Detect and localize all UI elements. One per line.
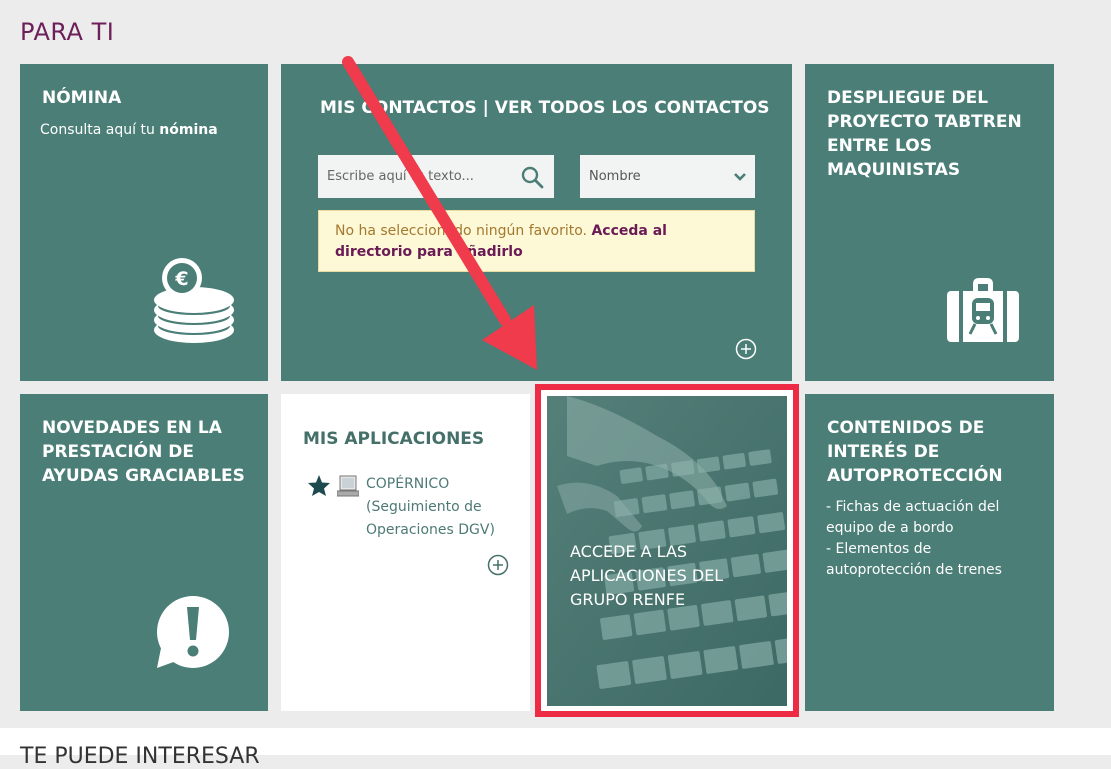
contact-field-select[interactable]: Nombre	[580, 155, 755, 198]
tile-novedades-ayudas[interactable]: NOVEDADES EN LA PRESTACIÓN DE AYUDAS GRA…	[20, 394, 268, 711]
novedades-title: NOVEDADES EN LA PRESTACIÓN DE AYUDAS GRA…	[42, 418, 245, 486]
nomina-subtitle: Consulta aquí tu nómina	[40, 122, 218, 138]
contactos-title[interactable]: MIS CONTACTOS | VER TODOS LOS CONTACTOS	[320, 96, 770, 120]
contenidos-list: - Fichas de actuación del equipo de a bo…	[826, 497, 1046, 581]
tile-mis-contactos: MIS CONTACTOS | VER TODOS LOS CONTACTOS …	[281, 64, 792, 381]
accede-label: ACCEDE A LAS APLICACIONES DEL GRUPO RENF…	[570, 542, 724, 609]
tile-contenidos-autoproteccion[interactable]: CONTENIDOS DE INTERÉS DE AUTOPROTECCIÓN …	[805, 394, 1054, 711]
favorites-notice: No ha seleccionado ningún favorito. Acce…	[318, 210, 755, 272]
svg-text:€: €	[174, 268, 188, 290]
plus-circle-icon[interactable]	[735, 338, 757, 360]
app-item-copernico[interactable]: COPÉRNICO (Seguimiento de Operaciones DG…	[366, 473, 495, 542]
search-icon[interactable]	[520, 165, 544, 189]
select-value: Nombre	[589, 169, 641, 184]
contenidos-title: CONTENIDOS DE INTERÉS DE AUTOPROTECCIÓN	[827, 418, 1003, 486]
chevron-down-icon	[734, 173, 746, 181]
plus-circle-icon[interactable]	[487, 554, 509, 576]
contact-search-input[interactable]	[318, 155, 508, 198]
next-section-title: TE PUEDE INTERESAR	[20, 744, 260, 769]
apps-title: MIS APLICACIONES	[303, 429, 485, 449]
train-briefcase-icon	[947, 278, 1019, 342]
tile-accede-aplicaciones[interactable]: ACCEDE A LAS APLICACIONES DEL GRUPO RENF…	[535, 384, 799, 717]
computer-icon	[337, 475, 359, 497]
tile-mis-aplicaciones: MIS APLICACIONES COPÉRNICO (Seguimiento …	[281, 394, 530, 711]
contact-search-box	[318, 155, 554, 198]
alert-speech-bubble-icon	[157, 596, 229, 668]
despliegue-title: DESPLIEGUE DEL PROYECTO TABTREN ENTRE LO…	[827, 88, 1022, 180]
list-item[interactable]: - Fichas de actuación del equipo de a bo…	[826, 497, 1046, 539]
nomina-title: NÓMINA	[42, 88, 122, 108]
tile-nomina[interactable]: NÓMINA Consulta aquí tu nómina €	[20, 64, 268, 381]
list-item[interactable]: - Elementos de autoprotección de trenes	[826, 539, 1046, 581]
star-icon[interactable]	[307, 474, 331, 497]
tile-despliegue-tabtren[interactable]: DESPLIEGUE DEL PROYECTO TABTREN ENTRE LO…	[805, 64, 1054, 381]
section-title: PARA TI	[20, 18, 115, 46]
coins-icon: €	[154, 258, 234, 343]
